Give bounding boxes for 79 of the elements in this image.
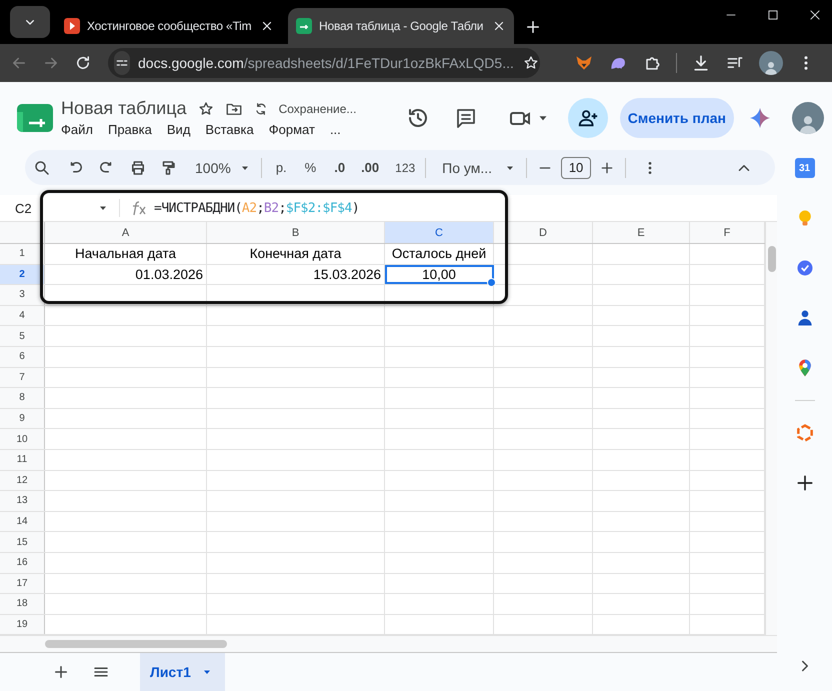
browser-tab[interactable]: Хостинговое сообщество «Tim — [56, 8, 282, 44]
menu-item[interactable]: Вид — [166, 122, 190, 137]
row-header[interactable]: 10 — [0, 429, 45, 449]
sheets-icon — [296, 18, 312, 34]
row-header[interactable]: 16 — [0, 552, 45, 572]
table-cell[interactable]: 15.03.2026 — [207, 264, 385, 284]
increase-decimals-button[interactable]: .00 — [361, 160, 380, 175]
table-cell[interactable]: Начальная дата — [45, 244, 207, 264]
scrollbar-thumb[interactable] — [768, 246, 776, 272]
reload-icon[interactable] — [74, 54, 92, 72]
user-avatar[interactable] — [792, 102, 824, 134]
row-header[interactable]: 8 — [0, 388, 45, 408]
share-button[interactable] — [568, 98, 608, 138]
formula-text[interactable]: =ЧИСТРАБДНИ(A2;B2;$F$2:$F$4) — [154, 200, 360, 216]
column-header[interactable]: F — [690, 222, 765, 243]
menu-item[interactable]: Вставка — [205, 122, 254, 137]
column-header[interactable]: E — [593, 222, 690, 243]
menu-item[interactable]: Формат — [268, 122, 315, 137]
close-icon[interactable] — [260, 19, 274, 33]
table-cell[interactable]: 10,00 — [385, 264, 494, 284]
print-icon[interactable] — [129, 158, 147, 176]
row-header[interactable]: 13 — [0, 491, 45, 511]
row-header[interactable]: 11 — [0, 450, 45, 470]
close-icon[interactable] — [808, 8, 822, 22]
table-cell[interactable]: 01.03.2026 — [45, 264, 207, 284]
row-header[interactable]: 1 — [0, 244, 45, 264]
tab-list-button[interactable] — [10, 6, 50, 38]
zoom-dropdown[interactable]: 100% — [195, 160, 231, 176]
decrease-decimals-button[interactable]: .0 — [334, 160, 346, 175]
calendar-icon[interactable]: 31 — [794, 158, 814, 178]
sparkle-icon[interactable] — [748, 106, 772, 130]
profile-avatar[interactable] — [759, 51, 783, 75]
column-header[interactable]: C — [385, 222, 494, 243]
star-icon[interactable] — [196, 100, 215, 118]
browser-tab[interactable]: Новая таблица - Google Табли — [288, 8, 514, 44]
row-header[interactable]: 18 — [0, 594, 45, 614]
address-bar[interactable]: docs.google.com/spreadsheets/d/1FeTDur1ozBkFAxLQD5... — [108, 48, 540, 78]
table-cell[interactable]: Осталось дней — [385, 244, 494, 264]
menu-item[interactable]: ... — [330, 122, 341, 137]
column-header[interactable]: D — [494, 222, 593, 243]
menu-item[interactable]: Файл — [61, 122, 93, 137]
save-status: Сохранение... — [278, 102, 356, 116]
row-header[interactable]: 15 — [0, 532, 45, 552]
close-icon[interactable] — [492, 19, 506, 33]
document-title[interactable]: Новая таблица — [61, 98, 187, 119]
search-icon[interactable] — [33, 158, 51, 176]
sheet-tab[interactable]: Лист1 — [140, 653, 225, 691]
font-dropdown[interactable]: По ум... — [442, 160, 492, 176]
row-header[interactable]: 9 — [0, 408, 45, 428]
cell-reference[interactable]: C2 — [0, 200, 97, 216]
column-header[interactable]: A — [45, 222, 207, 243]
table-cell[interactable]: Конечная дата — [207, 244, 385, 264]
column-header[interactable]: B — [207, 222, 385, 243]
tasks-icon[interactable] — [794, 258, 814, 278]
row-header[interactable]: 3 — [0, 285, 45, 305]
function-icon — [130, 200, 148, 216]
percent-format-button[interactable]: % — [304, 160, 316, 175]
row-header[interactable]: 17 — [0, 574, 45, 594]
row-header[interactable]: 12 — [0, 470, 45, 490]
row-header[interactable]: 7 — [0, 368, 45, 388]
scrollbar-thumb[interactable] — [45, 640, 227, 648]
currency-format-button[interactable]: р. — [276, 160, 287, 175]
row-header[interactable]: 4 — [0, 306, 45, 326]
row-header[interactable]: 19 — [0, 614, 45, 634]
change-plan-button[interactable]: Сменить план — [620, 98, 734, 138]
hexagon-icon[interactable] — [794, 423, 814, 443]
maximize-icon[interactable] — [766, 8, 780, 22]
row-header[interactable]: 14 — [0, 512, 45, 532]
number-format-button[interactable]: 123 — [395, 160, 416, 174]
font-size-field[interactable]: 10 — [561, 156, 592, 178]
fill-handle[interactable] — [487, 278, 496, 288]
select-all-corner[interactable] — [0, 222, 45, 243]
menu-item[interactable]: Правка — [108, 122, 152, 137]
plus-icon[interactable] — [524, 18, 542, 36]
row-header[interactable]: 5 — [0, 326, 45, 346]
play-icon — [64, 18, 80, 34]
plus-icon[interactable] — [794, 473, 814, 493]
sheets-logo-icon[interactable] — [17, 104, 53, 132]
row-header[interactable]: 6 — [0, 346, 45, 367]
